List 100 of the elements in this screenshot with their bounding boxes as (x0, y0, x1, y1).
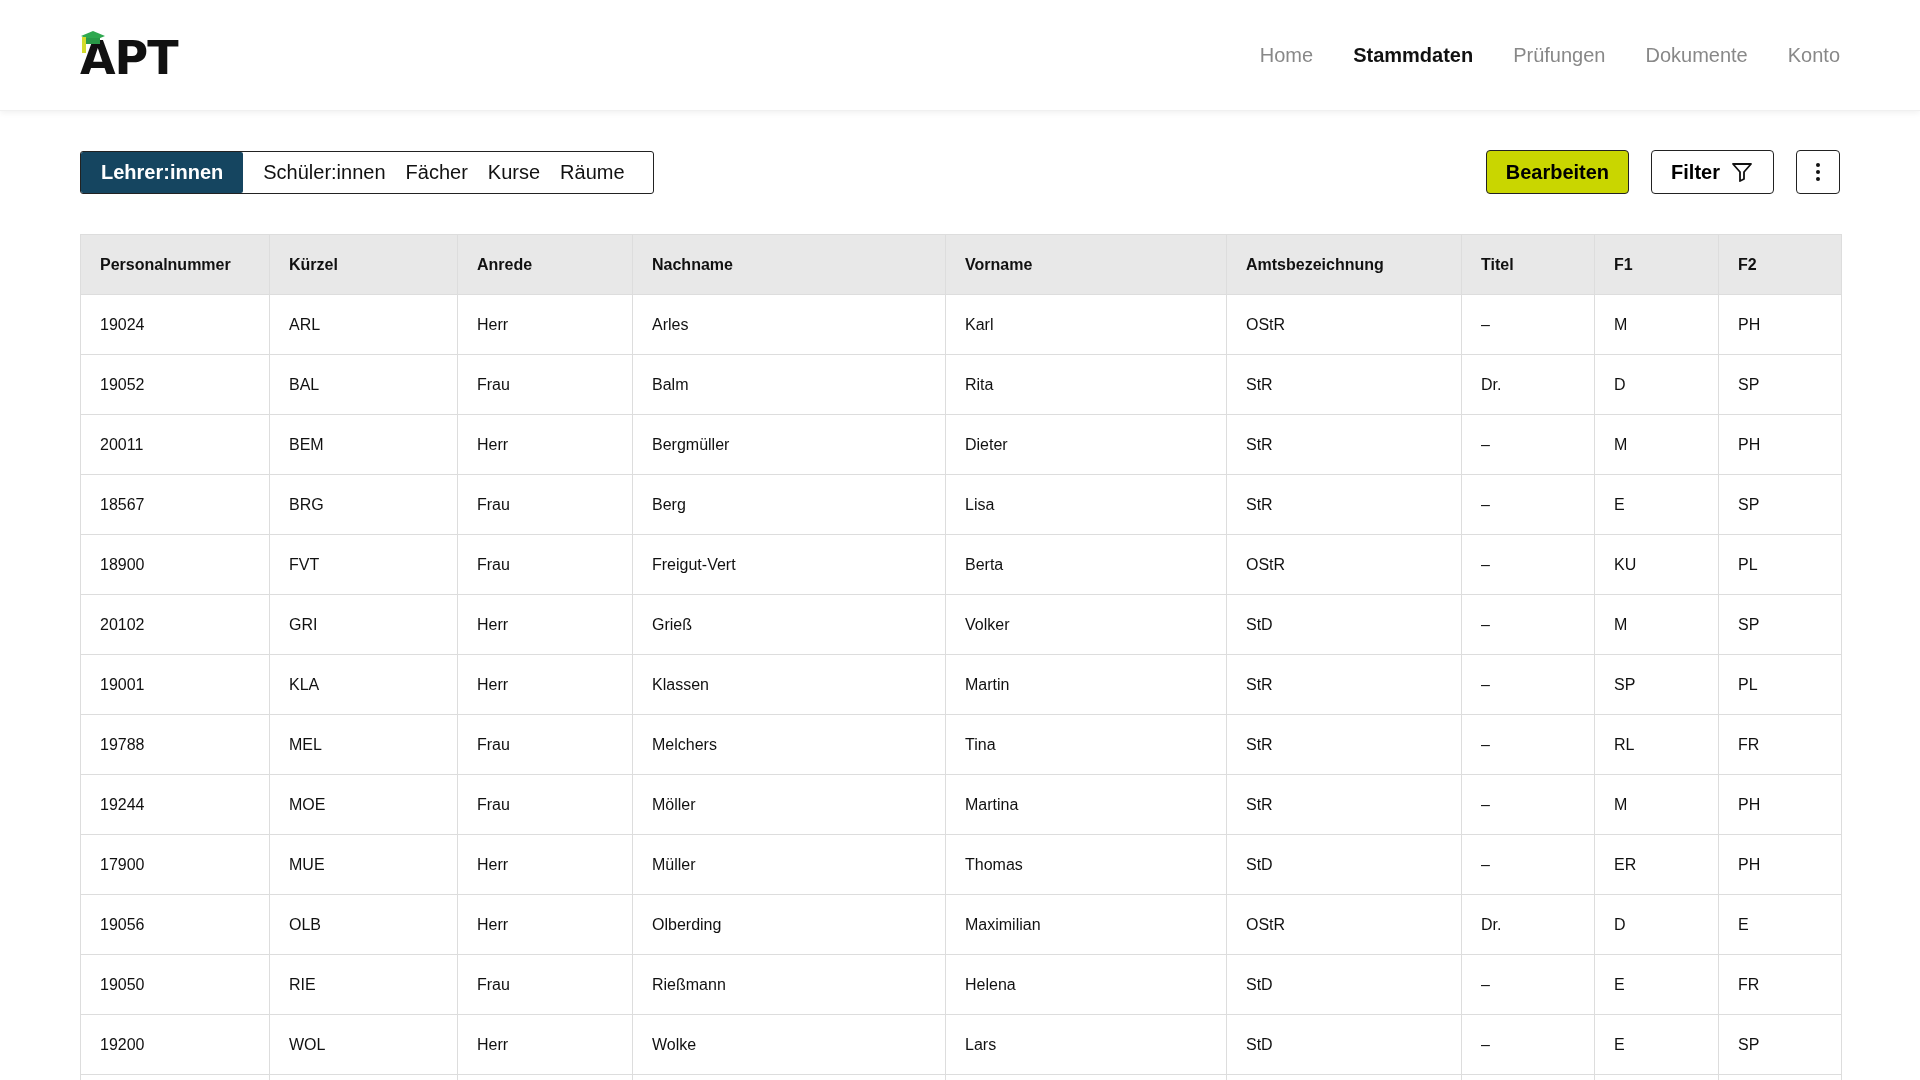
table-cell: Lisa (945, 475, 1226, 534)
table-cell: – (1461, 715, 1594, 774)
table-cell: Olberding (632, 895, 945, 954)
table-cell: Martina (945, 775, 1226, 834)
nav-link[interactable]: Konto (1787, 43, 1840, 67)
more-button[interactable] (1796, 150, 1840, 194)
table-cell: Thomas (945, 835, 1226, 894)
table-cell: E (1718, 895, 1839, 954)
filter-icon (1730, 160, 1754, 184)
table-cell: Balm (632, 355, 945, 414)
table-cell-text: 19056 (99, 914, 146, 935)
table-cell: PH (1718, 775, 1839, 834)
table-cell-text: 18900 (99, 554, 146, 575)
table-cell: ARL (269, 295, 457, 354)
nav-link[interactable]: Dokumente (1645, 43, 1748, 67)
column-header[interactable]: Anrede (457, 235, 632, 294)
table-cell: SP (1718, 595, 1839, 654)
table-cell-text: 19244 (99, 794, 146, 815)
tab[interactable]: Räume (550, 151, 635, 193)
table-cell-text: 19050 (99, 974, 146, 995)
table-cell: Martin (945, 655, 1226, 714)
table-cell: StR (1226, 415, 1461, 474)
table-cell: Frau (457, 955, 632, 1014)
table-cell: – (1461, 535, 1594, 594)
table-cell: GRI (269, 595, 457, 654)
table-cell: Freigut-Vert (632, 535, 945, 594)
table-cell: Frau (457, 355, 632, 414)
table-cell: SP (1718, 1015, 1839, 1074)
table-cell: – (1461, 295, 1594, 354)
table-cell: Herr (457, 295, 632, 354)
table-cell: BAL (269, 355, 457, 414)
table-cell: FR (1718, 955, 1839, 1014)
table-cell: PH (1718, 415, 1839, 474)
filter-button[interactable]: Filter (1651, 150, 1774, 194)
table-cell: Berta (945, 535, 1226, 594)
table-cell: Herr (457, 835, 632, 894)
table-cell: Müller (632, 835, 945, 894)
column-header[interactable]: Titel (1461, 235, 1594, 294)
table-cell: M (1594, 595, 1718, 654)
nav-link[interactable]: Prüfungen (1513, 43, 1606, 67)
table-cell: – (1461, 955, 1594, 1014)
table-cell: StD (1226, 835, 1461, 894)
table-cell: Karl (945, 295, 1226, 354)
table-cell: Dieter (945, 415, 1226, 474)
table-cell: StR (1226, 355, 1461, 414)
table-cell: – (1461, 1015, 1594, 1074)
column-header[interactable]: Vorname (945, 235, 1226, 294)
tab[interactable]: Schüler:innen (253, 151, 396, 193)
table-cell: StR (1226, 475, 1461, 534)
tab[interactable]: Lehrer:innen (81, 151, 244, 193)
table-cell-text: 19001 (99, 674, 146, 695)
table-cell: BRG (269, 475, 457, 534)
table-cell: Berg (632, 475, 945, 534)
table-cell: E (1594, 955, 1718, 1014)
table-cell: Dr. (1461, 355, 1594, 414)
column-header[interactable]: Amtsbezeichnung (1226, 235, 1461, 294)
table-cell: OLB (269, 895, 457, 954)
tab[interactable]: Kurse (477, 151, 551, 193)
column-header[interactable]: F2 (1718, 235, 1839, 294)
table-cell: Herr (457, 655, 632, 714)
table-cell: E (1594, 1015, 1718, 1074)
column-header[interactable]: Personalnummer (81, 235, 269, 294)
table-cell-text: 20011 (99, 434, 145, 455)
table-cell: Rießmann (632, 955, 945, 1014)
column-header[interactable]: Nachname (632, 235, 945, 294)
table-cell: – (1461, 475, 1594, 534)
table-cell: D (1594, 895, 1718, 954)
table-cell: Frau (457, 775, 632, 834)
table-cell: Grieß (632, 595, 945, 654)
table-cell: OStR (1226, 535, 1461, 594)
column-header[interactable]: F1 (1594, 235, 1718, 294)
table-cell: Herr (457, 415, 632, 474)
table-cell: StR (1226, 775, 1461, 834)
table-cell: Arles (632, 295, 945, 354)
table-cell: D (1594, 355, 1718, 414)
table-cell: – (1461, 655, 1594, 714)
nav-link[interactable]: Stammdaten (1353, 43, 1474, 67)
table-cell: PL (1718, 535, 1839, 594)
table-cell: WOL (269, 1015, 457, 1074)
logo[interactable]: APT (80, 29, 178, 81)
table-cell: SP (1594, 655, 1718, 714)
table-cell: MUE (269, 835, 457, 894)
table-cell: Frau (457, 475, 632, 534)
table-cell: RIE (269, 955, 457, 1014)
table-cell: PH (1718, 295, 1839, 354)
table-cell: – (1461, 415, 1594, 474)
table-cell: Rita (945, 355, 1226, 414)
table-cell: PL (1718, 655, 1839, 714)
edit-button[interactable]: Bearbeiten (1485, 150, 1630, 194)
table-cell-text: 19024 (99, 314, 146, 335)
tab[interactable]: Fächer (395, 151, 478, 193)
table-cell: FVT (269, 535, 457, 594)
table-cell: StR (1226, 715, 1461, 774)
nav-link[interactable]: Home (1259, 43, 1314, 67)
table-cell-text: 19788 (99, 734, 146, 755)
column-header[interactable]: Kürzel (269, 235, 457, 294)
table-cell: BEM (269, 415, 457, 474)
table-cell: – (1461, 775, 1594, 834)
table-cell: StD (1226, 1015, 1461, 1074)
table-cell: SP (1718, 355, 1839, 414)
